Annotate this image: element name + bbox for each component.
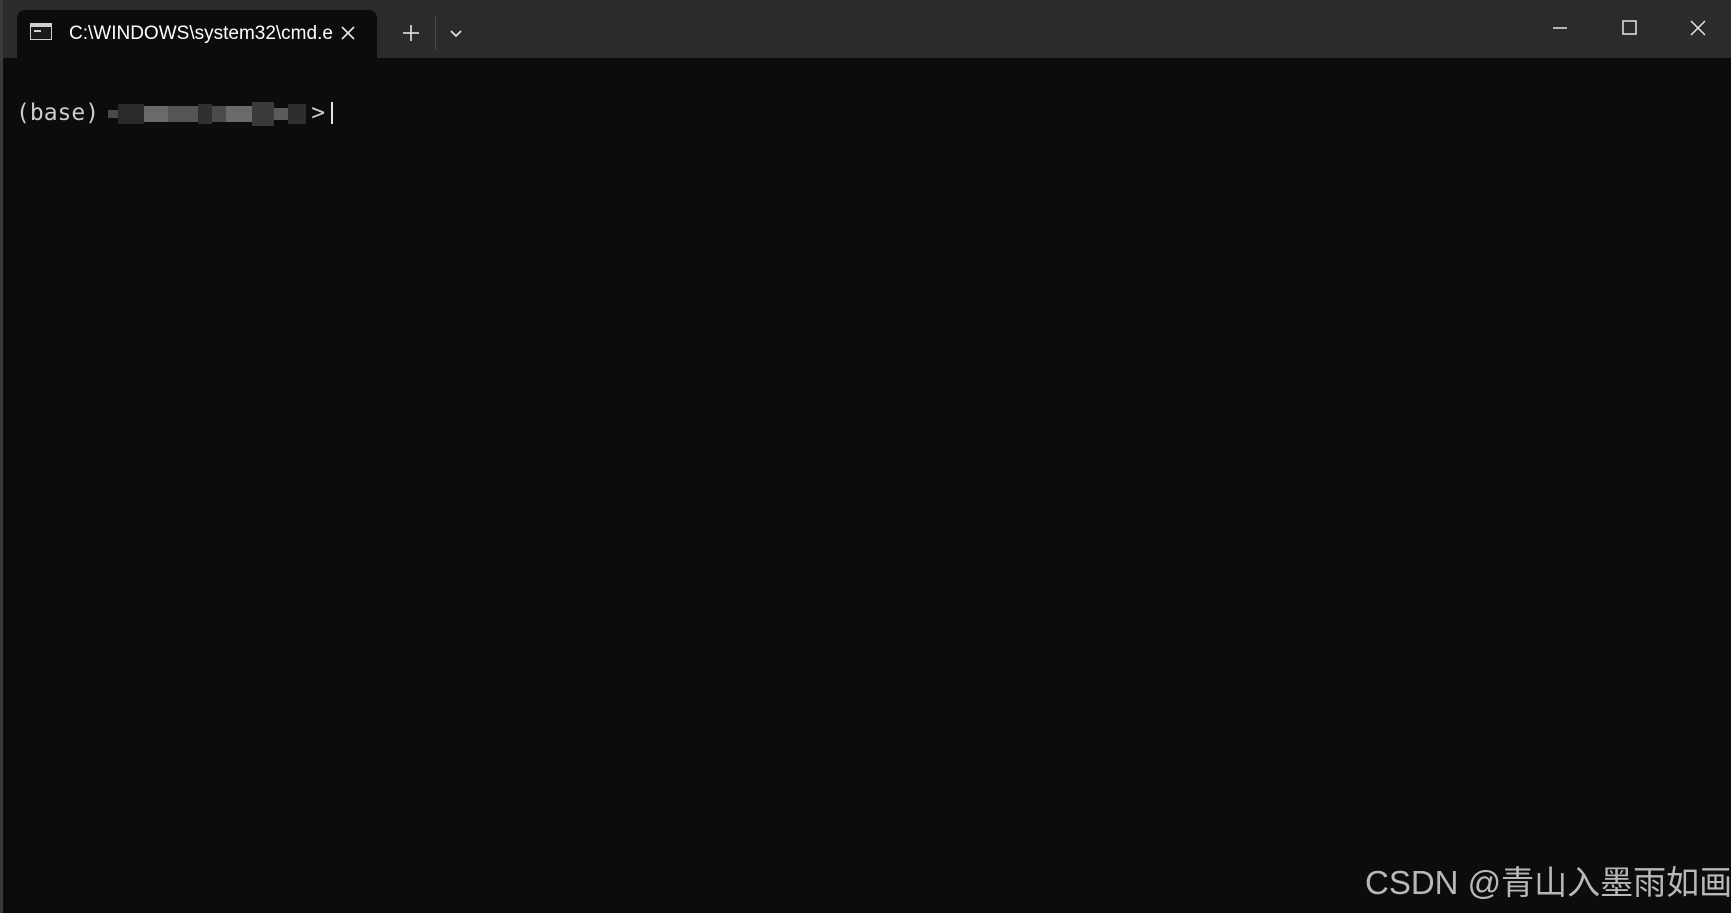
text-cursor (331, 102, 334, 124)
maximize-icon (1622, 20, 1637, 35)
terminal-icon (30, 23, 52, 40)
prompt-line: (base) > (16, 96, 334, 130)
close-icon (1690, 20, 1706, 36)
chevron-down-icon (450, 30, 462, 38)
maximize-button[interactable] (1609, 12, 1649, 44)
watermark: CSDN @青山入墨雨如画 (1365, 864, 1731, 901)
title-bar[interactable]: C:\WINDOWS\system32\cmd.exe (0, 0, 1731, 58)
new-tab-button[interactable] (396, 18, 426, 48)
close-window-button[interactable] (1678, 12, 1718, 44)
tab-title: C:\WINDOWS\system32\cmd.exe (69, 23, 333, 44)
close-tab-button[interactable] (333, 18, 363, 48)
plus-icon (403, 25, 419, 41)
redacted-path (108, 98, 307, 128)
prompt-prefix: (base) (16, 100, 100, 126)
terminal-window: C:\WINDOWS\system32\cmd.exe (base) > CSD… (0, 0, 1731, 913)
tab-dropdown-button[interactable] (441, 18, 471, 48)
prompt-suffix: > (311, 100, 326, 126)
titlebar-divider (435, 16, 436, 50)
minimize-button[interactable] (1540, 12, 1580, 44)
minimize-icon (1553, 27, 1567, 29)
close-icon (341, 26, 355, 40)
terminal-output[interactable]: (base) > (3, 58, 1731, 913)
window-left-edge (0, 0, 3, 913)
tab-cmd[interactable]: C:\WINDOWS\system32\cmd.exe (17, 10, 377, 58)
